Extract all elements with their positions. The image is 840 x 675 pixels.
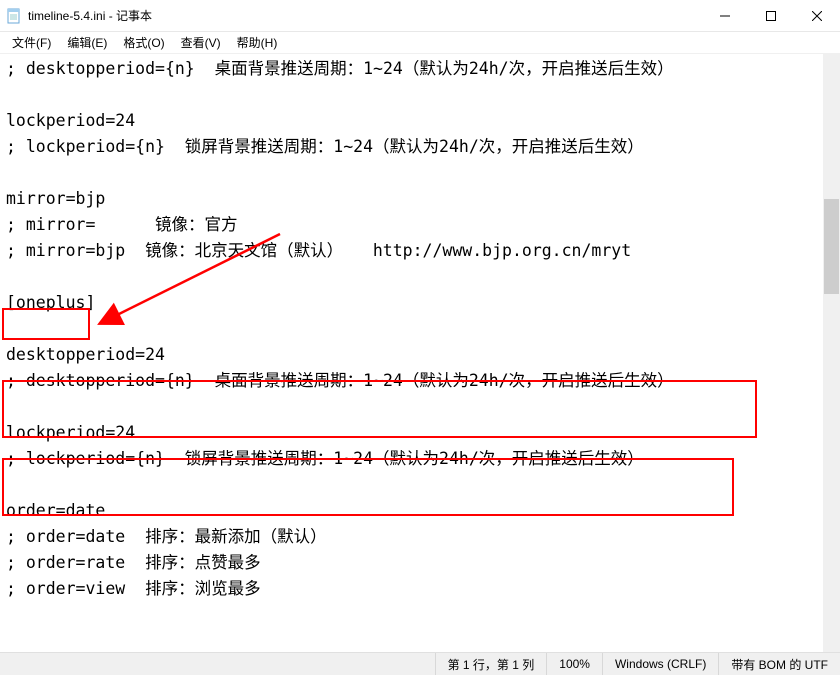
text-line: ; order=view 排序：浏览最多	[6, 579, 261, 598]
text-line: ; lockperiod={n} 锁屏背景推送周期：1~24（默认为24h/次，…	[6, 449, 644, 468]
status-encoding: 带有 BOM 的 UTF	[718, 653, 840, 675]
window-titlebar: timeline-5.4.ini - 记事本	[0, 0, 840, 32]
minimize-button[interactable]	[702, 0, 748, 32]
text-line: mirror=bjp	[6, 189, 105, 208]
maximize-button[interactable]	[748, 0, 794, 32]
text-line: [oneplus]	[6, 293, 95, 312]
menu-edit[interactable]: 编辑(E)	[59, 32, 115, 53]
text-line: ; mirror= 镜像：官方	[6, 215, 238, 234]
window-controls	[702, 0, 840, 32]
notepad-icon	[6, 8, 22, 24]
menu-format[interactable]: 格式(O)	[115, 32, 172, 53]
status-bar: 第 1 行，第 1 列 100% Windows (CRLF) 带有 BOM 的…	[0, 652, 840, 675]
close-button[interactable]	[794, 0, 840, 32]
menu-help[interactable]: 帮助(H)	[229, 32, 286, 53]
window-title: timeline-5.4.ini - 记事本	[28, 7, 702, 24]
menu-view[interactable]: 查看(V)	[173, 32, 229, 53]
text-line: ; mirror=bjp 镜像：北京天文馆（默认） http://www.bjp…	[6, 241, 631, 260]
text-line: ; order=date 排序：最新添加（默认）	[6, 527, 327, 546]
text-line: desktopperiod=24	[6, 345, 165, 364]
text-line: lockperiod=24	[6, 423, 135, 442]
status-zoom: 100%	[546, 653, 602, 675]
status-position: 第 1 行，第 1 列	[435, 653, 547, 675]
text-line: ; order=rate 排序：点赞最多	[6, 553, 261, 572]
text-line: lockperiod=24	[6, 111, 135, 130]
text-line: ; desktopperiod={n} 桌面背景推送周期：1~24（默认为24h…	[6, 371, 674, 390]
menu-file[interactable]: 文件(F)	[4, 32, 59, 53]
vertical-scrollbar[interactable]	[823, 54, 840, 652]
editor-wrapper: ; desktopperiod={n} 桌面背景推送周期：1~24（默认为24h…	[0, 54, 840, 652]
scrollbar-thumb[interactable]	[824, 199, 839, 294]
text-line: order=date	[6, 501, 105, 520]
text-line: ; lockperiod={n} 锁屏背景推送周期：1~24（默认为24h/次，…	[6, 137, 644, 156]
text-editor[interactable]: ; desktopperiod={n} 桌面背景推送周期：1~24（默认为24h…	[0, 54, 840, 652]
status-eol: Windows (CRLF)	[602, 653, 718, 675]
text-line: ; desktopperiod={n} 桌面背景推送周期：1~24（默认为24h…	[6, 59, 674, 78]
menu-bar: 文件(F) 编辑(E) 格式(O) 查看(V) 帮助(H)	[0, 32, 840, 54]
